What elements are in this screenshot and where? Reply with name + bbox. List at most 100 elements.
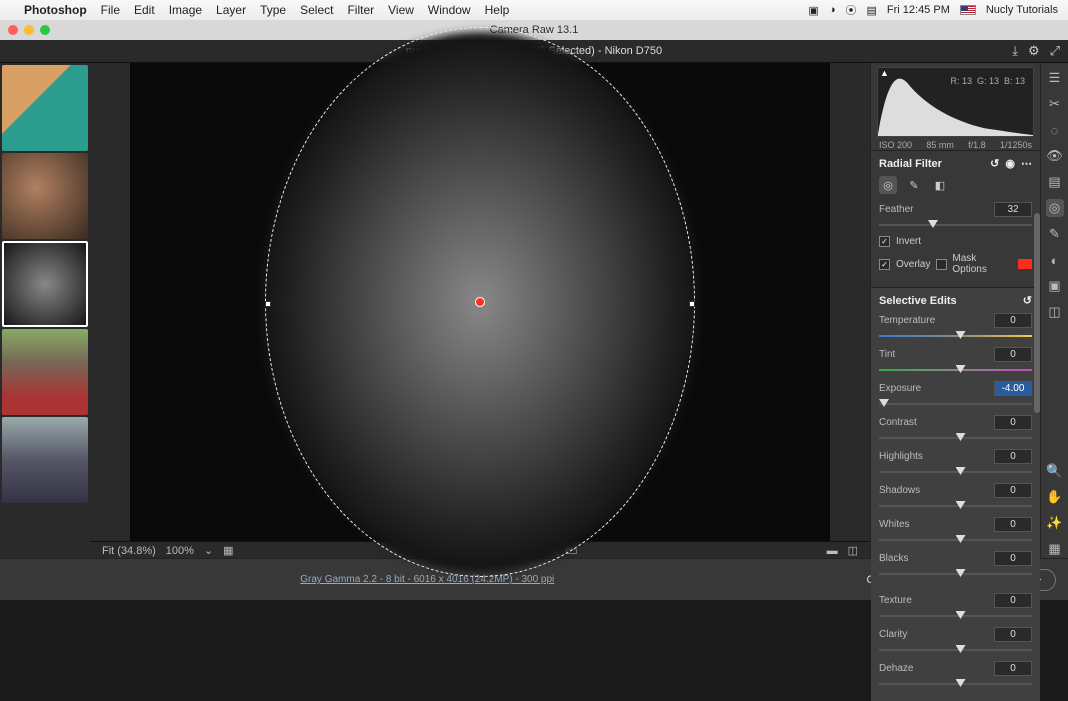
thumb-1[interactable] bbox=[2, 65, 88, 151]
menu-help[interactable]: Help bbox=[485, 3, 510, 17]
fullscreen-icon[interactable]: ⤢ bbox=[1050, 43, 1060, 59]
menu-edit[interactable]: Edit bbox=[134, 3, 155, 17]
contrast-label: Contrast bbox=[879, 417, 939, 428]
menu-file[interactable]: File bbox=[101, 3, 120, 17]
menu-layer[interactable]: Layer bbox=[216, 3, 246, 17]
exposure-value[interactable]: -4.00 bbox=[994, 381, 1032, 396]
overlay-checkbox[interactable]: Overlay bbox=[879, 259, 930, 270]
panel-scrollbar[interactable] bbox=[1034, 213, 1040, 558]
zoom-100[interactable]: 100% bbox=[166, 545, 194, 557]
reset-icon[interactable]: ↺ bbox=[990, 157, 999, 170]
menu-view[interactable]: View bbox=[388, 3, 414, 17]
radial-grad-icon[interactable]: ◎ bbox=[1046, 199, 1064, 217]
radial-filter-pin[interactable] bbox=[475, 297, 485, 307]
more-icon[interactable]: ⋯ bbox=[1021, 157, 1032, 170]
mask-color-swatch[interactable] bbox=[1018, 259, 1032, 269]
eye-icon[interactable]: 👁 bbox=[1046, 147, 1064, 165]
dehaze-slider[interactable] bbox=[879, 679, 1032, 689]
contrast-slider[interactable] bbox=[879, 433, 1032, 443]
thumb-2[interactable] bbox=[2, 153, 88, 239]
temperature-value[interactable]: 0 bbox=[994, 313, 1032, 328]
shadow-clip-icon[interactable]: ▲ bbox=[880, 68, 889, 78]
tint-value[interactable]: 0 bbox=[994, 347, 1032, 362]
menu-image[interactable]: Image bbox=[169, 3, 202, 17]
view-single-icon[interactable]: ▬ bbox=[827, 545, 838, 557]
minimize-button[interactable] bbox=[24, 25, 34, 35]
heal-icon[interactable]: ◌ bbox=[1046, 121, 1064, 139]
menu-filter[interactable]: Filter bbox=[347, 3, 374, 17]
user-name[interactable]: Nucly Tutorials bbox=[986, 4, 1058, 16]
visibility-icon[interactable]: ◉ bbox=[1005, 157, 1015, 170]
menu-window[interactable]: Window bbox=[428, 3, 471, 17]
meta-iso: ISO 200 bbox=[879, 140, 912, 150]
grid-icon[interactable]: ▦ bbox=[1046, 540, 1064, 558]
volume-icon[interactable]: ▤ bbox=[866, 4, 876, 17]
thumb-3[interactable] bbox=[2, 241, 88, 327]
handle-right[interactable] bbox=[689, 301, 695, 307]
compare-icon[interactable]: ▦ bbox=[223, 544, 233, 557]
zoom-chevron-icon[interactable]: ⌄ bbox=[204, 544, 213, 557]
dehaze-value[interactable]: 0 bbox=[994, 661, 1032, 676]
flag-icon[interactable] bbox=[960, 5, 976, 15]
wifi-icon[interactable]: ⦿ bbox=[845, 2, 856, 18]
handle-left[interactable] bbox=[265, 301, 271, 307]
blacks-value[interactable]: 0 bbox=[994, 551, 1032, 566]
zoom-tool-icon[interactable]: 🔍 bbox=[1046, 462, 1064, 480]
adjustments-panel: R: 13 G: 13 B: 13 ▲ ISO 200 85 mm f/1.8 … bbox=[870, 63, 1040, 558]
menu-type[interactable]: Type bbox=[260, 3, 286, 17]
close-button[interactable] bbox=[8, 25, 18, 35]
invert-checkbox[interactable]: Invert bbox=[879, 236, 1032, 247]
camera-icon[interactable]: ▣ bbox=[808, 4, 818, 17]
settings-icon[interactable]: ⚙ bbox=[1028, 43, 1040, 59]
shadows-label: Shadows bbox=[879, 485, 939, 496]
dehaze-label: Dehaze bbox=[879, 663, 939, 674]
thumb-4[interactable] bbox=[2, 329, 88, 415]
sampler-icon[interactable]: ✨ bbox=[1046, 514, 1064, 532]
menu-select[interactable]: Select bbox=[300, 3, 333, 17]
whites-value[interactable]: 0 bbox=[994, 517, 1032, 532]
export-icon[interactable]: ⤓ bbox=[1012, 43, 1018, 59]
traffic-lights bbox=[8, 25, 50, 35]
view-split-icon[interactable]: ◫ bbox=[848, 544, 858, 557]
blacks-slider[interactable] bbox=[879, 569, 1032, 579]
edit-icon[interactable]: ☰ bbox=[1046, 69, 1064, 87]
fit-zoom[interactable]: Fit (34.8%) bbox=[102, 545, 156, 557]
app-name[interactable]: Photoshop bbox=[24, 3, 87, 17]
redeye-icon[interactable]: ◐ bbox=[1046, 251, 1064, 269]
mask-options[interactable]: Mask Options bbox=[936, 253, 1032, 275]
workflow-info[interactable]: Gray Gamma 2.2 - 8 bit - 6016 x 4016 (24… bbox=[12, 574, 843, 585]
shadows-slider[interactable] bbox=[879, 501, 1032, 511]
snapshot-icon[interactable]: ▣ bbox=[1046, 277, 1064, 295]
radial-filter-title: Radial Filter bbox=[879, 158, 942, 170]
clarity-value[interactable]: 0 bbox=[994, 627, 1032, 642]
clarity-slider[interactable] bbox=[879, 645, 1032, 655]
highlights-value[interactable]: 0 bbox=[994, 449, 1032, 464]
radial-tool-icon[interactable]: ◎ bbox=[879, 176, 897, 194]
selective-reset-icon[interactable]: ↺ bbox=[1023, 294, 1032, 307]
brush-tool-icon[interactable]: ✎ bbox=[905, 176, 923, 194]
crop-icon[interactable]: ✂ bbox=[1046, 95, 1064, 113]
thumb-5[interactable] bbox=[2, 417, 88, 503]
eraser-tool-icon[interactable]: ◧ bbox=[931, 176, 949, 194]
hand-tool-icon[interactable]: ✋ bbox=[1046, 488, 1064, 506]
feather-value[interactable]: 32 bbox=[994, 202, 1032, 217]
tint-label: Tint bbox=[879, 349, 939, 360]
highlights-slider[interactable] bbox=[879, 467, 1032, 477]
cc-icon[interactable]: ◑ bbox=[829, 4, 836, 16]
whites-label: Whites bbox=[879, 519, 939, 530]
exposure-slider[interactable] bbox=[879, 399, 1032, 409]
tint-slider[interactable] bbox=[879, 365, 1032, 375]
temperature-slider[interactable] bbox=[879, 331, 1032, 341]
clock[interactable]: Fri 12:45 PM bbox=[887, 4, 950, 16]
preset-icon[interactable]: ◫ bbox=[1046, 303, 1064, 321]
feather-slider[interactable] bbox=[879, 220, 1032, 230]
linear-grad-icon[interactable]: ▤ bbox=[1046, 173, 1064, 191]
zoom-button[interactable] bbox=[40, 25, 50, 35]
histogram[interactable]: R: 13 G: 13 B: 13 ▲ bbox=[877, 67, 1034, 137]
texture-slider[interactable] bbox=[879, 611, 1032, 621]
whites-slider[interactable] bbox=[879, 535, 1032, 545]
image-canvas[interactable] bbox=[90, 63, 870, 541]
shadows-value[interactable]: 0 bbox=[994, 483, 1032, 498]
brush-icon[interactable]: ✎ bbox=[1046, 225, 1064, 243]
contrast-value[interactable]: 0 bbox=[994, 415, 1032, 430]
